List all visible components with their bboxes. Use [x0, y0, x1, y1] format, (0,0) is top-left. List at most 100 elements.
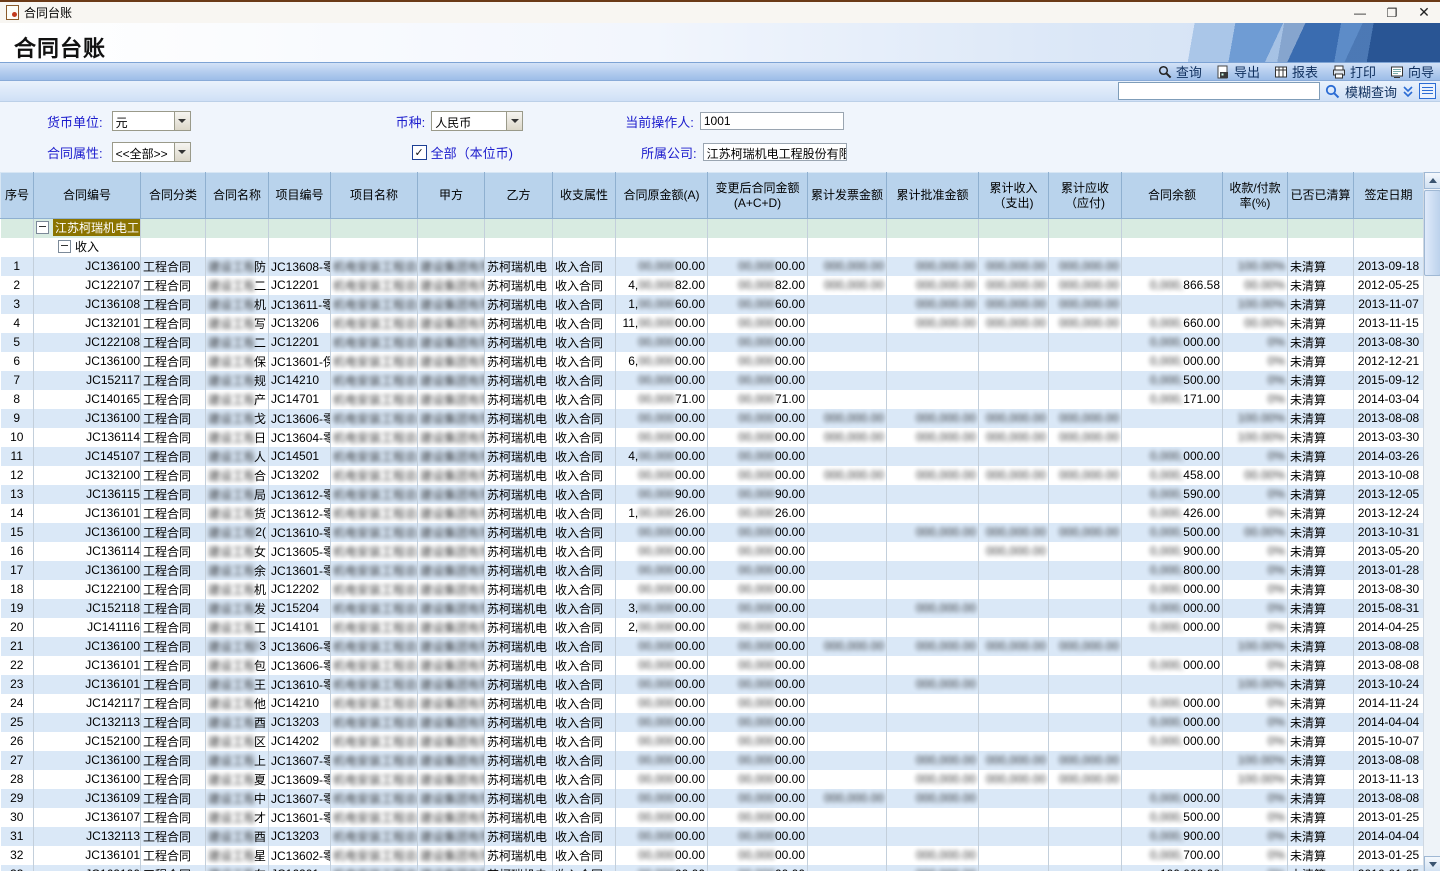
cell-inout[interactable]: 收入合同 — [553, 333, 616, 352]
cell-orig-amount[interactable]: 00,00000.00 — [616, 542, 708, 561]
cell-project-no[interactable]: JC13202 — [269, 466, 331, 485]
cell-balance[interactable]: 0,000,000.00 — [1122, 618, 1223, 637]
table-row[interactable]: 27JC136100工程合同建设工程项目上JC13607-零机电安装工程总承包项… — [1, 751, 1424, 770]
cell-contract-name[interactable]: 建设工程项目女 — [206, 542, 269, 561]
cell-category[interactable]: 工程合同 — [141, 466, 206, 485]
cell-approved-amount[interactable]: 000,000.00 — [887, 276, 979, 295]
cell-settle-status[interactable]: 未清算 — [1288, 618, 1354, 637]
table-row[interactable]: 10JC136114工程合同建设工程项目日JC13604-零机电安装工程总承包项… — [1, 428, 1424, 447]
cell-contract-name[interactable]: 建设工程项目区 — [206, 732, 269, 751]
cell-project-no[interactable]: JC12202 — [269, 580, 331, 599]
cell-category[interactable]: 工程合同 — [141, 295, 206, 314]
cell-party-a[interactable]: 建设集团有限公司 — [418, 485, 485, 504]
cell-contract-name[interactable]: 建设工程项目货 — [206, 504, 269, 523]
cell-project-no[interactable]: JC12201 — [269, 276, 331, 295]
cell-orig-amount[interactable]: 00,00000.00 — [616, 656, 708, 675]
cell-approved-amount[interactable]: 000,000.00 — [887, 770, 979, 789]
scroll-down-icon[interactable] — [1424, 856, 1440, 871]
cell-balance[interactable] — [1122, 409, 1223, 428]
cell-rate[interactable]: 0% — [1223, 504, 1288, 523]
cell-invoice-amount[interactable] — [808, 504, 887, 523]
cell-income-amount[interactable]: 000,000.00 — [979, 276, 1049, 295]
table-row[interactable]: 5JC122108工程合同建设工程项目二JC12201机电安装工程总承包项目建设… — [1, 333, 1424, 352]
cell-approved-amount[interactable] — [887, 371, 979, 390]
cell-party-b[interactable]: 苏柯瑞机电 — [485, 295, 553, 314]
cell-balance[interactable]: 0,000,000.00 — [1122, 732, 1223, 751]
cell-receivable-amount[interactable]: 000,000.00 — [1049, 770, 1122, 789]
cell-invoice-amount[interactable] — [808, 846, 887, 865]
cell-invoice-amount[interactable] — [808, 732, 887, 751]
cell-contract-no[interactable]: JC142117 — [34, 694, 141, 713]
cell-receivable-amount[interactable] — [1049, 599, 1122, 618]
cell-project-no[interactable]: JC13602-零 — [269, 846, 331, 865]
print-button[interactable]: 打印 — [1332, 62, 1376, 81]
cell-rate[interactable]: 0% — [1223, 827, 1288, 846]
cell-contract-no[interactable]: JC122107 — [34, 276, 141, 295]
cell-category[interactable]: 工程合同 — [141, 713, 206, 732]
cell-contract-name[interactable]: 建设工程项目车 — [206, 865, 269, 871]
cell-party-a[interactable]: 建设集团有限公司 — [418, 637, 485, 656]
cell-seq[interactable]: 6 — [1, 352, 34, 371]
cell-project-name[interactable]: 机电安装工程总承包项目 — [331, 675, 418, 694]
cell-orig-amount[interactable]: 00,00071.00 — [616, 390, 708, 409]
table-row[interactable]: 31JC132113工程合同建设工程项目酉JC13203机电安装工程总承包项目建… — [1, 827, 1424, 846]
cell-balance[interactable] — [1122, 428, 1223, 447]
cell-rate[interactable]: 100.00% — [1223, 428, 1288, 447]
cell-approved-amount[interactable]: 000,000.00 — [887, 865, 979, 871]
cell-contract-no[interactable]: JC122108 — [34, 333, 141, 352]
cell-receivable-amount[interactable] — [1049, 732, 1122, 751]
cell-orig-amount[interactable]: 00,00000.00 — [616, 713, 708, 732]
cell-settle-status[interactable]: 未清算 — [1288, 333, 1354, 352]
cell-sign-date[interactable]: 2013-08-08 — [1354, 789, 1424, 808]
chevron-double-down-icon[interactable] — [1402, 85, 1414, 98]
cell-income-amount[interactable] — [979, 333, 1049, 352]
cell-contract-name[interactable]: 建设工程项目包 — [206, 656, 269, 675]
cell-project-no[interactable]: JC15204 — [269, 599, 331, 618]
cell-receivable-amount[interactable]: 000,000.00 — [1049, 276, 1122, 295]
cell-rate[interactable]: 0% — [1223, 561, 1288, 580]
cell-invoice-amount[interactable] — [808, 352, 887, 371]
table-row[interactable]: 28JC136100工程合同建设工程项目夏JC13609-零机电安装工程总承包项… — [1, 770, 1424, 789]
cell-approved-amount[interactable] — [887, 390, 979, 409]
cell-balance[interactable]: 0,000,500.00 — [1122, 371, 1223, 390]
cell-receivable-amount[interactable] — [1049, 656, 1122, 675]
cell-settle-status[interactable]: 未清算 — [1288, 542, 1354, 561]
cell-changed-amount[interactable]: 00,00000.00 — [708, 656, 808, 675]
cell-contract-name[interactable]: 建设工程项目星 — [206, 846, 269, 865]
cell-rate[interactable]: 0% — [1223, 732, 1288, 751]
table-row[interactable]: 7JC152117工程合同建设工程项目规JC14210机电安装工程总承包项目建设… — [1, 371, 1424, 390]
cell-rate[interactable]: 0% — [1223, 542, 1288, 561]
cell-party-a[interactable]: 建设集团有限公司 — [418, 770, 485, 789]
cell-inout[interactable]: 收入合同 — [553, 542, 616, 561]
cell-category[interactable]: 工程合同 — [141, 789, 206, 808]
cell-receivable-amount[interactable] — [1049, 580, 1122, 599]
cell-sign-date[interactable]: 2013-11-07 — [1354, 295, 1424, 314]
column-header[interactable]: 甲方 — [418, 173, 485, 219]
cell-approved-amount[interactable]: 000,000.00 — [887, 295, 979, 314]
cell-party-a[interactable]: 建设集团有限公司 — [418, 504, 485, 523]
cell-contract-no[interactable]: JC162100 — [34, 865, 141, 871]
cell-seq[interactable]: 4 — [1, 314, 34, 333]
cell-sign-date[interactable]: 2013-01-25 — [1354, 808, 1424, 827]
column-header[interactable]: 已否已清算 — [1288, 173, 1354, 219]
cell-contract-name[interactable]: 建设工程项目余 — [206, 561, 269, 580]
cell-seq[interactable]: 27 — [1, 751, 34, 770]
cell-income-amount[interactable]: 000,000.00 — [979, 466, 1049, 485]
cell-party-a[interactable]: 建设集团有限公司 — [418, 333, 485, 352]
column-header[interactable]: 合同编号 — [34, 173, 141, 219]
cell-sign-date[interactable]: 2013-01-25 — [1354, 846, 1424, 865]
cell-balance[interactable]: 0,000,000.00 — [1122, 447, 1223, 466]
search-input[interactable] — [1118, 82, 1320, 100]
cell-approved-amount[interactable] — [887, 352, 979, 371]
cell-sign-date[interactable]: 2012-12-21 — [1354, 352, 1424, 371]
cell-contract-no[interactable]: JC136100 — [34, 561, 141, 580]
cell-receivable-amount[interactable]: 000,000.00 — [1049, 314, 1122, 333]
cell-project-name[interactable]: 机电安装工程总承包项目 — [331, 523, 418, 542]
cell-rate[interactable]: 0% — [1223, 694, 1288, 713]
cell-party-a[interactable]: 建设集团有限公司 — [418, 713, 485, 732]
cell-income-amount[interactable]: 000,000.00 — [979, 770, 1049, 789]
cell-seq[interactable]: 15 — [1, 523, 34, 542]
cell-inout[interactable]: 收入合同 — [553, 447, 616, 466]
cell-receivable-amount[interactable] — [1049, 371, 1122, 390]
cell-contract-no[interactable]: JC136100 — [34, 637, 141, 656]
